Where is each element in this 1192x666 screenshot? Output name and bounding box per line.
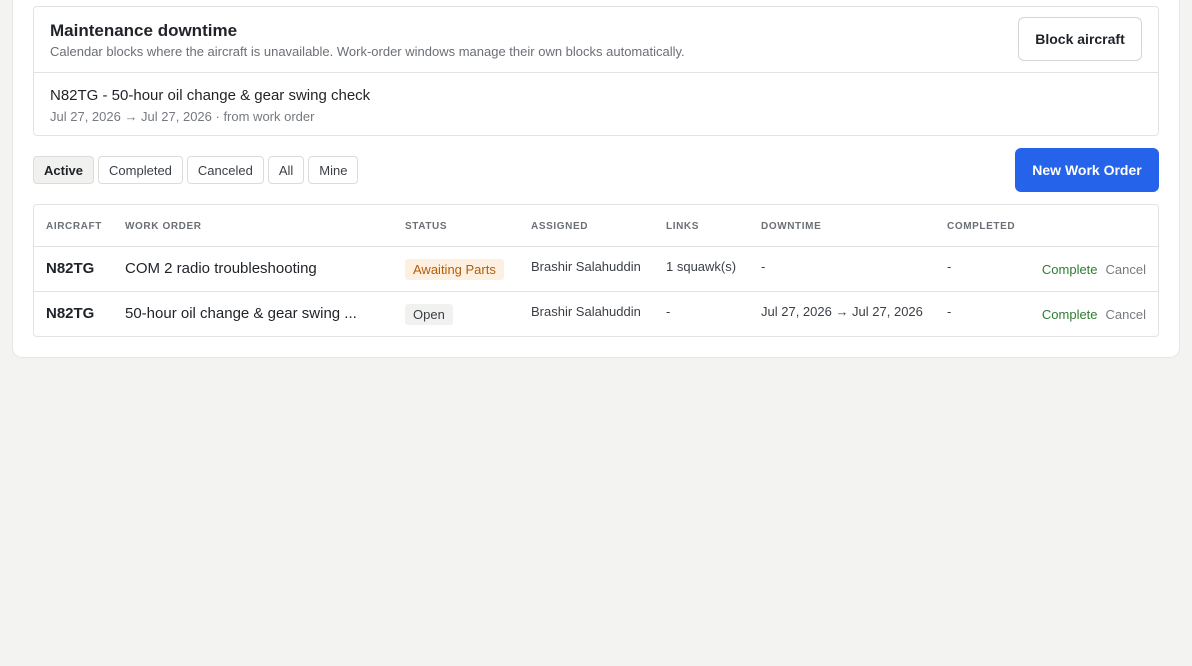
table-row[interactable]: N82TG COM 2 radio troubleshooting Awaiti… (34, 247, 1158, 292)
header-work-order[interactable]: Work Order (125, 221, 202, 232)
status-filter-tabs: Active Completed Canceled All Mine (33, 156, 359, 184)
cell-assigned: Brashir Salahuddin (531, 304, 641, 319)
header-assigned[interactable]: Assigned (531, 221, 588, 232)
filter-mine[interactable]: Mine (308, 156, 359, 184)
panel-subtitle: Calendar blocks where the aircraft is un… (50, 44, 685, 59)
cell-downtime: Jul 27, 2026 → Jul 27, 2026 (761, 304, 923, 319)
panel-title: Maintenance downtime (50, 21, 238, 40)
header-links[interactable]: Links (666, 221, 699, 232)
table-row[interactable]: N82TG 50-hour oil change & gear swing ..… (34, 292, 1158, 336)
cancel-button[interactable]: Cancel (1106, 262, 1146, 277)
downtime-entry-title: N82TG - 50-hour oil change & gear swing … (50, 87, 371, 104)
cell-aircraft: N82TG (46, 305, 95, 322)
complete-button[interactable]: Complete (1042, 262, 1098, 277)
filter-completed[interactable]: Completed (98, 156, 183, 184)
cell-assigned: Brashir Salahuddin (531, 259, 641, 274)
cell-links: - (666, 304, 671, 319)
block-aircraft-button[interactable]: Block aircraft (1018, 17, 1142, 61)
panel-header: Maintenance downtime Calendar blocks whe… (34, 7, 1158, 73)
cancel-button[interactable]: Cancel (1106, 307, 1146, 322)
row-actions: Complete Cancel (1042, 307, 1146, 322)
header-completed[interactable]: Completed (947, 221, 1015, 232)
maintenance-downtime-panel: Maintenance downtime Calendar blocks whe… (33, 6, 1159, 136)
new-work-order-button[interactable]: New Work Order (1015, 148, 1159, 192)
cell-status: Awaiting Parts (405, 259, 504, 280)
row-actions: Complete Cancel (1042, 262, 1146, 277)
cell-work-order[interactable]: COM 2 radio troubleshooting (125, 260, 385, 277)
cell-aircraft: N82TG (46, 260, 95, 277)
status-badge: Open (405, 304, 453, 325)
table-header: Aircraft Work Order Status Assigned Link… (34, 205, 1158, 247)
cell-completed: - (947, 259, 952, 274)
header-downtime[interactable]: Downtime (761, 221, 821, 232)
filter-active[interactable]: Active (33, 156, 95, 184)
header-status[interactable]: Status (405, 221, 447, 232)
status-badge: Awaiting Parts (405, 259, 504, 280)
work-orders-table: Aircraft Work Order Status Assigned Link… (33, 204, 1159, 337)
cell-downtime: - (761, 259, 766, 274)
filter-all[interactable]: All (267, 156, 305, 184)
complete-button[interactable]: Complete (1042, 307, 1098, 322)
cell-work-order[interactable]: 50-hour oil change & gear swing ... (125, 305, 385, 322)
downtime-entry-meta: Jul 27, 2026 → Jul 27, 2026 · from work … (50, 109, 315, 124)
cell-links[interactable]: 1 squawk(s) (666, 259, 736, 274)
cell-completed: - (947, 304, 952, 319)
filter-canceled[interactable]: Canceled (186, 156, 264, 184)
cell-status: Open (405, 304, 453, 325)
header-aircraft[interactable]: Aircraft (46, 221, 102, 232)
